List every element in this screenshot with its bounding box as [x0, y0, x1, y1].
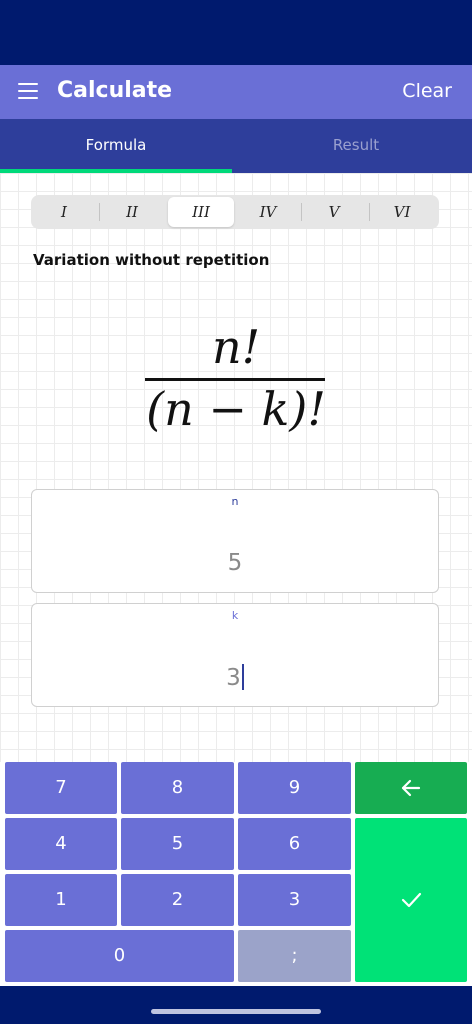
key-7[interactable]: 7 [5, 762, 117, 814]
variant-iii[interactable]: III [168, 197, 234, 227]
tab-result[interactable]: Result [240, 119, 472, 173]
key-separator[interactable]: ; [238, 930, 351, 982]
k-value: 3 [226, 665, 241, 691]
key-3[interactable]: 3 [238, 874, 351, 926]
tab-formula[interactable]: Formula [0, 119, 232, 173]
key-9[interactable]: 9 [238, 762, 351, 814]
k-field[interactable]: k 3 [31, 603, 439, 707]
check-icon [401, 892, 422, 908]
status-bar [0, 0, 472, 65]
n-field[interactable]: n 5 [31, 489, 439, 593]
variant-v[interactable]: V [301, 197, 367, 227]
menu-icon[interactable] [18, 83, 38, 99]
formula-name: Variation without repetition [33, 251, 270, 269]
backspace-button[interactable] [355, 762, 467, 814]
variant-vi[interactable]: VI [369, 197, 435, 227]
text-cursor [241, 664, 244, 690]
key-5[interactable]: 5 [121, 818, 234, 870]
tab-bar: Formula Result [0, 119, 472, 173]
k-label: k [231, 609, 239, 622]
confirm-button[interactable] [355, 818, 467, 982]
key-1[interactable]: 1 [5, 874, 117, 926]
arrow-left-icon [401, 779, 421, 797]
formula-denominator: (n − k)! [146, 382, 326, 436]
n-value: 5 [227, 550, 243, 576]
variant-ii[interactable]: II [99, 197, 165, 227]
n-label: n [231, 495, 239, 508]
variant-i[interactable]: I [31, 197, 97, 227]
key-2[interactable]: 2 [121, 874, 234, 926]
formula-numerator: n! [211, 320, 261, 374]
home-indicator[interactable] [151, 1009, 321, 1014]
formula-display: n! (n − k)! [0, 310, 472, 450]
fraction-line [145, 378, 325, 381]
keypad: 7 8 9 4 5 6 1 2 3 0 ; [0, 762, 472, 986]
key-6[interactable]: 6 [238, 818, 351, 870]
key-8[interactable]: 8 [121, 762, 234, 814]
k-value-wrap: 3 [32, 664, 438, 691]
key-0[interactable]: 0 [5, 930, 234, 982]
key-4[interactable]: 4 [5, 818, 117, 870]
clear-button[interactable]: Clear [402, 80, 452, 102]
app-title: Calculate [57, 78, 173, 103]
variant-iv[interactable]: IV [235, 197, 301, 227]
app-bar: Calculate Clear [0, 65, 472, 119]
navigation-bar [0, 986, 472, 1024]
variant-selector: I II III IV V VI [31, 195, 439, 229]
